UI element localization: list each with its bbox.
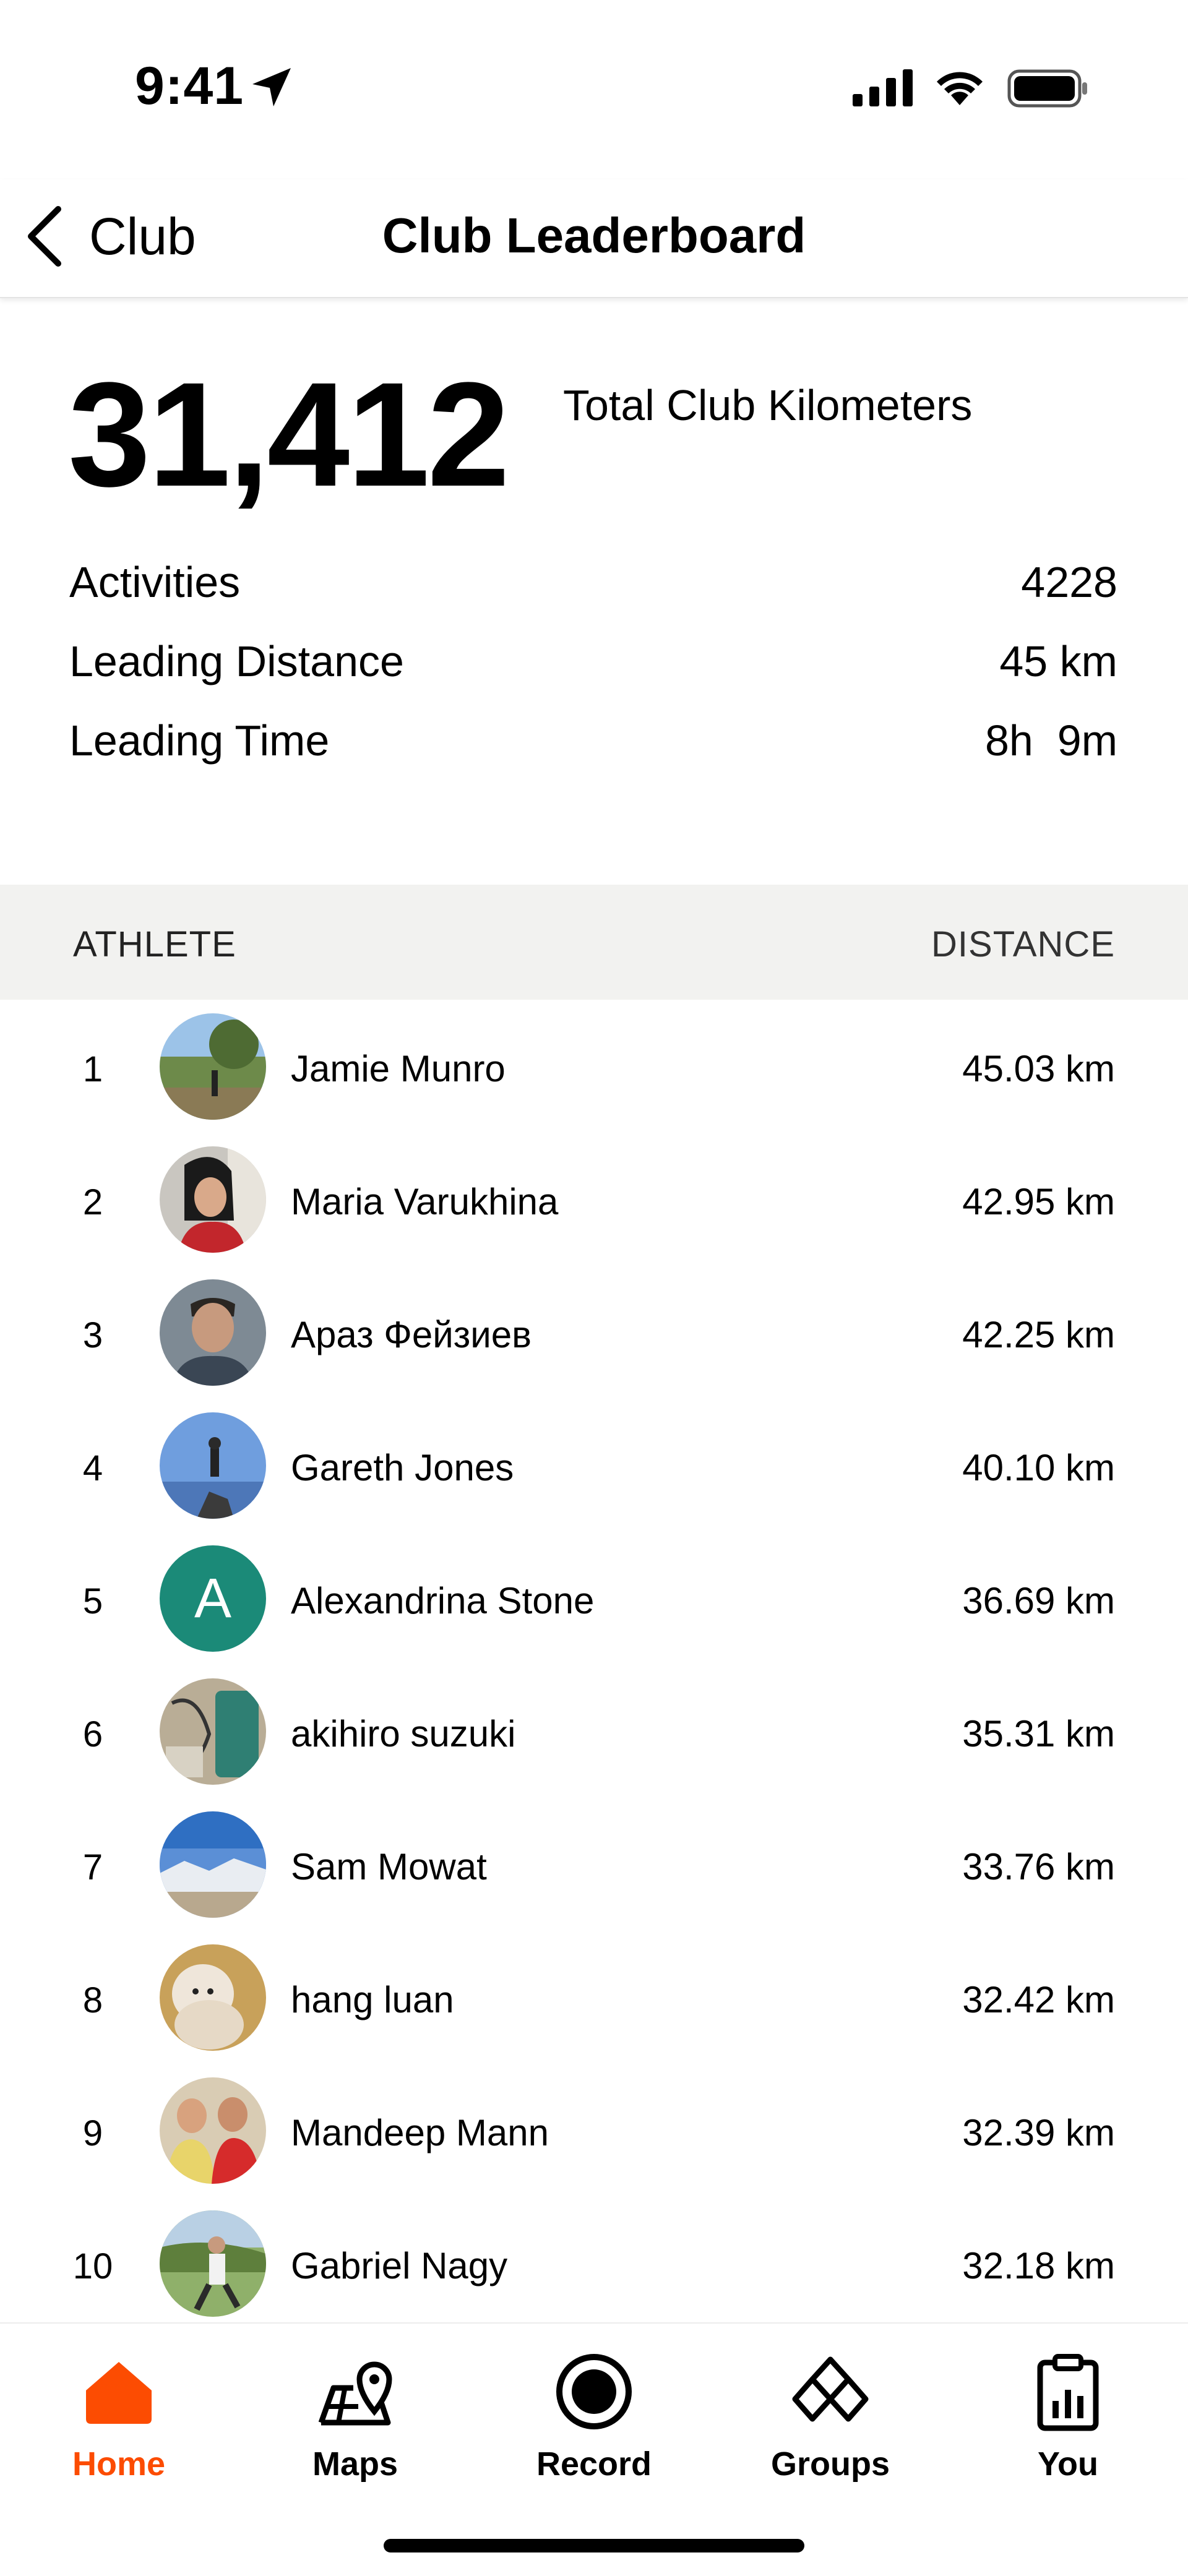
page-title: Club Leaderboard	[382, 208, 806, 263]
tab-label: Maps	[312, 2445, 398, 2483]
athlete-distance: 35.31 km	[962, 1713, 1115, 1754]
home-icon	[86, 2362, 152, 2424]
battery-icon	[1007, 69, 1087, 108]
avatar[interactable]	[160, 2210, 266, 2317]
total-kilometers-label: Total Club Kilometers	[563, 381, 973, 429]
athlete-distance: 45.03 km	[962, 1048, 1115, 1089]
athlete-name[interactable]: Араз Фейзиев	[291, 1316, 532, 1354]
avatar[interactable]	[160, 1146, 266, 1253]
athlete-name[interactable]: Sam Mowat	[291, 1848, 487, 1886]
wifi-icon	[937, 72, 983, 105]
leaderboard-row[interactable]: 2 Maria Varukhina 42.95 km	[0, 1133, 1188, 1266]
stat-value: 8h 9m	[985, 716, 1117, 765]
leaderboard-row[interactable]: 8 hang luan 32.42 km	[0, 1931, 1188, 2064]
rank-number: 10	[72, 2246, 113, 2286]
athlete-name[interactable]: Gabriel Nagy	[291, 2248, 507, 2285]
athlete-name[interactable]: Jamie Munro	[291, 1050, 506, 1088]
athlete-distance: 32.39 km	[962, 2112, 1115, 2153]
athlete-distance: 42.95 km	[962, 1181, 1115, 1222]
tab-you[interactable]: You	[988, 2342, 1148, 2483]
rank-number: 6	[82, 1714, 103, 1754]
column-header-athlete: ATHLETE	[73, 924, 236, 964]
record-icon	[556, 2354, 632, 2429]
athlete-name[interactable]: hang luan	[291, 1981, 454, 2019]
avatar[interactable]	[160, 1279, 266, 1386]
location-arrow-icon	[252, 68, 291, 106]
avatar[interactable]	[160, 1678, 266, 1785]
groups-icon	[792, 2356, 869, 2422]
avatar[interactable]	[160, 2077, 266, 2184]
athlete-distance: 36.69 km	[962, 1580, 1115, 1621]
stat-row-activities: Activities 4228	[69, 560, 1117, 604]
athlete-distance: 42.25 km	[962, 1314, 1115, 1355]
rank-number: 2	[82, 1182, 103, 1222]
athlete-name[interactable]: akihiro suzuki	[291, 1715, 516, 1753]
athlete-distance: 40.10 km	[962, 1447, 1115, 1488]
leaderboard-row[interactable]: 7 Sam Mowat 33.76 km	[0, 1798, 1188, 1931]
tab-label: You	[1038, 2445, 1098, 2483]
tab-home[interactable]: Home	[38, 2342, 199, 2483]
avatar[interactable]	[160, 1811, 266, 1918]
cellular-signal-icon	[853, 69, 913, 106]
tab-label: Record	[536, 2445, 652, 2483]
map-icon	[318, 2361, 392, 2426]
tab-label: Groups	[770, 2445, 890, 2483]
athlete-name[interactable]: Gareth Jones	[291, 1449, 514, 1487]
tab-bar: Home Maps Record Groups You	[0, 2322, 1188, 2576]
tab-maps[interactable]: Maps	[275, 2342, 436, 2483]
leaderboard-row[interactable]: 1 Jamie Munro 45.03 km	[0, 1000, 1188, 1133]
rank-number: 1	[82, 1049, 103, 1089]
stat-row-leading-time: Leading Time 8h 9m	[69, 719, 1117, 762]
rank-number: 4	[82, 1448, 103, 1488]
leaderboard-row[interactable]: 4 Gareth Jones 40.10 km	[0, 1399, 1188, 1532]
stat-label: Leading Distance	[69, 637, 404, 685]
leaderboard-row[interactable]: 3 Араз Фейзиев 42.25 km	[0, 1266, 1188, 1399]
avatar[interactable]: A	[160, 1545, 266, 1652]
profile-icon	[1037, 2354, 1099, 2431]
stat-value: 4228	[1021, 558, 1117, 606]
rank-number: 8	[82, 1980, 103, 2020]
avatar[interactable]	[160, 1013, 266, 1120]
athlete-distance: 32.18 km	[962, 2245, 1115, 2286]
avatar[interactable]	[160, 1944, 266, 2051]
athlete-name[interactable]: Mandeep Mann	[291, 2114, 549, 2152]
home-indicator	[384, 2539, 804, 2552]
rank-number: 9	[82, 2113, 103, 2153]
athlete-name[interactable]: Maria Varukhina	[291, 1183, 558, 1221]
leaderboard-row[interactable]: 10 Gabriel Nagy 32.18 km	[0, 2197, 1188, 2330]
column-header-distance: DISTANCE	[931, 924, 1115, 964]
navigation-bar: Club Club Leaderboard	[0, 179, 1188, 298]
rank-number: 5	[82, 1581, 103, 1621]
athlete-name[interactable]: Alexandrina Stone	[291, 1582, 594, 1620]
leaderboard-header: ATHLETE DISTANCE	[0, 885, 1188, 1000]
avatar[interactable]	[160, 1412, 266, 1519]
tab-record[interactable]: Record	[514, 2342, 674, 2483]
rank-number: 7	[82, 1847, 103, 1887]
total-kilometers-value: 31,412	[68, 351, 510, 517]
leaderboard-row[interactable]: 6 akihiro suzuki 35.31 km	[0, 1665, 1188, 1798]
rank-number: 3	[82, 1315, 103, 1355]
stat-label: Activities	[69, 558, 241, 606]
athlete-distance: 32.42 km	[962, 1979, 1115, 2020]
stat-value: 45 km	[999, 637, 1117, 685]
status-time: 9:41	[135, 56, 244, 116]
leaderboard-row[interactable]: 9 Mandeep Mann 32.39 km	[0, 2064, 1188, 2197]
tab-groups[interactable]: Groups	[750, 2342, 911, 2483]
stat-label: Leading Time	[69, 716, 330, 765]
leaderboard-row[interactable]: 5 A Alexandrina Stone 36.69 km	[0, 1532, 1188, 1665]
stat-row-leading-distance: Leading Distance 45 km	[69, 640, 1117, 683]
tab-label: Home	[72, 2445, 166, 2483]
athlete-distance: 33.76 km	[962, 1846, 1115, 1887]
